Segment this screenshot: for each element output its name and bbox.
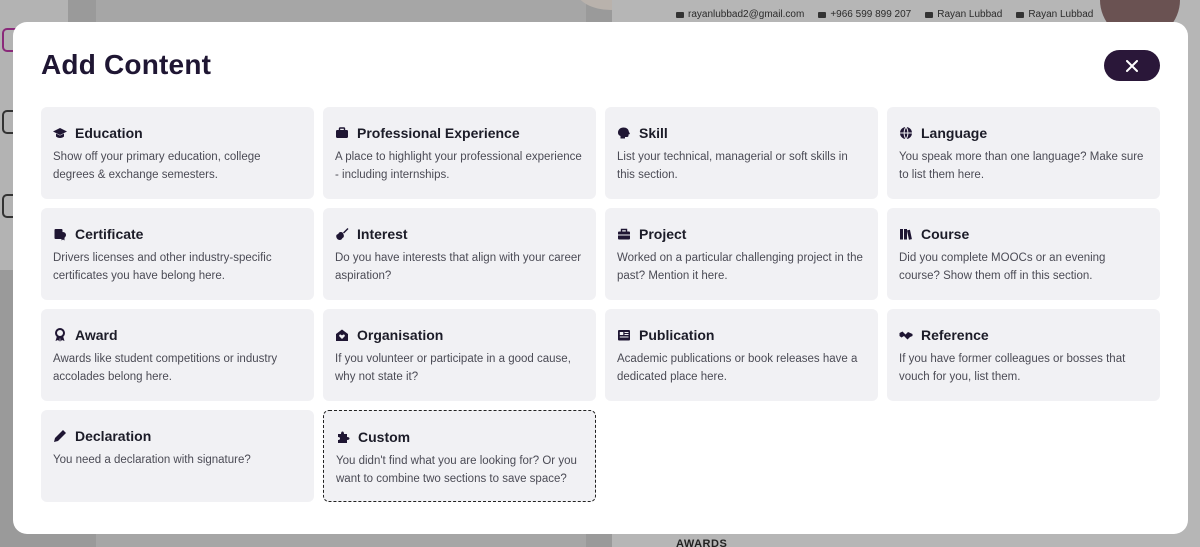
card-title: Custom bbox=[358, 429, 411, 445]
section-card-professional-experience[interactable]: Professional Experience A place to highli… bbox=[323, 107, 596, 199]
section-card-certificate[interactable]: Certificate Drivers licenses and other in… bbox=[41, 208, 314, 300]
card-title: Skill bbox=[639, 125, 668, 141]
card-description: Did you complete MOOCs or an evening cou… bbox=[899, 252, 1106, 282]
card-title: Interest bbox=[357, 226, 408, 242]
card-header: Publication bbox=[617, 327, 866, 343]
modal-title: Add Content bbox=[41, 49, 212, 80]
card-header: Education bbox=[53, 125, 302, 141]
card-header: Certificate bbox=[53, 226, 302, 242]
section-card-education[interactable]: Education Show off your primary education… bbox=[41, 107, 314, 199]
phone-icon bbox=[818, 11, 827, 18]
section-card-publication[interactable]: Publication Academic publications or book… bbox=[605, 309, 878, 401]
section-card-declaration[interactable]: Declaration You need a declaration with s… bbox=[41, 410, 314, 502]
resume-contact-bar: rayanlubbad2@gmail.com +966 599 899 207 … bbox=[676, 9, 1093, 20]
section-card-reference[interactable]: Reference If you have former colleagues o… bbox=[887, 309, 1160, 401]
pen-icon bbox=[54, 430, 66, 442]
card-title: Professional Experience bbox=[357, 125, 520, 141]
guitar-icon bbox=[336, 228, 349, 241]
certificate-icon bbox=[54, 229, 66, 241]
card-header: Organisation bbox=[335, 327, 584, 343]
email-icon bbox=[676, 11, 684, 18]
card-title: Education bbox=[75, 125, 143, 141]
card-title: Organisation bbox=[357, 327, 444, 343]
section-card-organisation[interactable]: Organisation If you volunteer or particip… bbox=[323, 309, 596, 401]
section-card-skill[interactable]: Skill List your technical, managerial or … bbox=[605, 107, 878, 199]
card-description: You need a declaration with signature? bbox=[53, 454, 251, 466]
globe-icon bbox=[900, 126, 912, 140]
puzzle-icon bbox=[338, 431, 350, 443]
section-grid: Education Show off your primary education… bbox=[41, 107, 1160, 502]
card-header: Award bbox=[53, 327, 302, 343]
card-title: Declaration bbox=[75, 428, 152, 444]
medal-icon bbox=[55, 328, 65, 342]
linkedin-icon bbox=[925, 11, 934, 18]
close-button[interactable] bbox=[1104, 50, 1160, 81]
card-description: If you have former colleagues or bosses … bbox=[899, 353, 1126, 383]
card-title: Project bbox=[639, 226, 687, 242]
section-card-course[interactable]: Course Did you complete MOOCs or an eveni… bbox=[887, 208, 1160, 300]
card-description: Do you have interests that align with yo… bbox=[335, 252, 582, 282]
card-header: Language bbox=[899, 125, 1148, 141]
contact-twitter: Rayan Lubbad bbox=[1016, 9, 1093, 20]
card-description: You speak more than one language? Make s… bbox=[899, 151, 1144, 181]
add-content-modal: Add Content Education Show off your prima… bbox=[13, 22, 1188, 534]
card-header: Professional Experience bbox=[335, 125, 584, 141]
brain-icon bbox=[618, 127, 630, 139]
card-header: Project bbox=[617, 226, 866, 242]
section-card-award[interactable]: Award Awards like student competitions or… bbox=[41, 309, 314, 401]
card-description: Show off your primary education, college… bbox=[53, 151, 261, 181]
twitter-icon bbox=[1016, 11, 1025, 18]
card-description: List your technical, managerial or soft … bbox=[617, 151, 848, 181]
close-icon bbox=[1126, 59, 1138, 72]
section-card-language[interactable]: Language You speak more than one language… bbox=[887, 107, 1160, 199]
section-card-interest[interactable]: Interest Do you have interests that align… bbox=[323, 208, 596, 300]
hands-heart-icon bbox=[336, 329, 348, 341]
briefcase-icon bbox=[336, 127, 348, 138]
card-title: Reference bbox=[921, 327, 989, 343]
card-header: Reference bbox=[899, 327, 1148, 343]
card-title: Publication bbox=[639, 327, 715, 343]
card-description: Drivers licenses and other industry-spec… bbox=[53, 252, 272, 282]
contact-email: rayanlubbad2@gmail.com bbox=[676, 9, 804, 20]
card-title: Course bbox=[921, 226, 970, 242]
section-card-custom[interactable]: Custom You didn't find what you are looki… bbox=[323, 410, 596, 502]
card-header: Course bbox=[899, 226, 1148, 242]
contact-linkedin: Rayan Lubbad bbox=[925, 9, 1002, 20]
card-description: Academic publications or book releases h… bbox=[617, 353, 858, 383]
card-header: Declaration bbox=[53, 428, 302, 444]
card-header: Custom bbox=[336, 429, 583, 445]
card-title: Certificate bbox=[75, 226, 144, 242]
section-heading-awards: AWARDS bbox=[676, 538, 728, 547]
card-description: If you volunteer or participate in a goo… bbox=[335, 353, 571, 383]
card-header: Skill bbox=[617, 125, 866, 141]
card-description: You didn't find what you are looking for… bbox=[336, 455, 577, 485]
handshake-icon bbox=[899, 331, 913, 340]
toolbox-icon bbox=[618, 228, 630, 240]
card-description: Worked on a particular challenging proje… bbox=[617, 252, 863, 282]
card-description: Awards like student competitions or indu… bbox=[53, 353, 278, 383]
newspaper-icon bbox=[618, 330, 630, 341]
contact-phone: +966 599 899 207 bbox=[818, 9, 911, 20]
card-title: Language bbox=[921, 125, 988, 141]
section-card-project[interactable]: Project Worked on a particular challengin… bbox=[605, 208, 878, 300]
books-icon bbox=[900, 229, 912, 240]
graduation-cap-icon bbox=[53, 128, 67, 138]
card-title: Award bbox=[75, 327, 118, 343]
card-description: A place to highlight your professional e… bbox=[335, 151, 582, 181]
card-header: Interest bbox=[335, 226, 584, 242]
